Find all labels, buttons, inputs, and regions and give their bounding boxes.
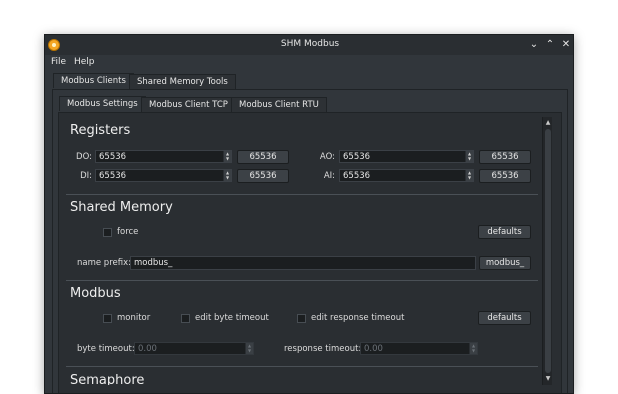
title-bar[interactable]: SHM Modbus ⌄ ⌃ ✕ [45, 35, 573, 55]
byte-timeout-spin-arrows-icon[interactable]: ▲ ▼ [245, 343, 253, 354]
scrollbar-thumb[interactable] [545, 129, 551, 373]
tab-modbus-client-tcp[interactable]: Modbus Client TCP [141, 97, 236, 112]
edit-byte-timeout-label: edit byte timeout [195, 313, 269, 323]
ai-label: AI: [323, 171, 335, 181]
response-timeout-spinbox[interactable]: 0.00 ▲ ▼ [360, 342, 478, 355]
tab-shared-memory-tools[interactable]: Shared Memory Tools [129, 74, 236, 89]
scroll-up-arrow-icon[interactable]: ▲ [544, 118, 552, 128]
edit-response-timeout-checkbox[interactable] [297, 314, 306, 323]
di-max-button[interactable]: 65536 [237, 169, 289, 183]
force-label: force [117, 227, 139, 237]
do-spinbox[interactable]: 65536 ▲ ▼ [95, 150, 232, 163]
do-value: 65536 [99, 152, 127, 162]
byte-timeout-value: 0.00 [138, 344, 157, 354]
menu-help[interactable]: Help [74, 57, 95, 67]
main-window: SHM Modbus ⌄ ⌃ ✕ File Help Modbus Client… [44, 34, 574, 394]
name-prefix-default-button[interactable]: modbus_ [479, 256, 531, 270]
byte-timeout-spinbox[interactable]: 0.00 ▲ ▼ [134, 342, 254, 355]
di-spinbox[interactable]: 65536 ▲ ▼ [95, 169, 232, 182]
vertical-scrollbar[interactable]: ▲ ▼ [542, 117, 552, 385]
semaphore-heading: Semaphore [70, 373, 145, 385]
modbus-separator [66, 366, 538, 367]
di-spin-arrows-icon[interactable]: ▲ ▼ [223, 170, 231, 181]
modbus-heading: Modbus [70, 286, 121, 301]
ao-spinbox[interactable]: 65536 ▲ ▼ [339, 150, 474, 163]
edit-byte-timeout-checkbox[interactable] [181, 314, 190, 323]
di-label: DI: [80, 171, 92, 181]
force-checkbox[interactable] [103, 228, 112, 237]
settings-scroll-area[interactable]: Registers DO: 65536 ▲ ▼ 65536 AO: 65536 ▲… [62, 117, 552, 385]
close-button[interactable]: ✕ [560, 38, 572, 52]
tab-modbus-settings[interactable]: Modbus Settings [59, 96, 146, 111]
ao-spin-arrows-icon[interactable]: ▲ ▼ [465, 151, 473, 162]
do-label: DO: [76, 152, 92, 162]
di-value: 65536 [99, 171, 127, 181]
ao-max-button[interactable]: 65536 [479, 150, 531, 164]
name-prefix-value: modbus_ [134, 258, 173, 268]
minimize-button[interactable]: ⌄ [528, 38, 540, 52]
shared-memory-defaults-button[interactable]: defaults [478, 225, 531, 239]
shared-memory-separator [66, 280, 538, 281]
response-timeout-label: response timeout: [284, 344, 362, 354]
monitor-checkbox[interactable] [103, 314, 112, 323]
ai-spinbox[interactable]: 65536 ▲ ▼ [339, 169, 474, 182]
window-title: SHM Modbus [280, 39, 340, 49]
ao-value: 65536 [343, 152, 371, 162]
scroll-down-arrow-icon[interactable]: ▼ [544, 374, 552, 384]
monitor-label: monitor [117, 313, 151, 323]
response-timeout-value: 0.00 [364, 344, 383, 354]
maximize-button[interactable]: ⌃ [544, 38, 556, 52]
modbus-defaults-button[interactable]: defaults [478, 311, 531, 325]
ai-max-button[interactable]: 65536 [479, 169, 531, 183]
menu-bar: File Help [45, 55, 573, 71]
name-prefix-field[interactable]: modbus_ [130, 256, 476, 270]
do-max-button[interactable]: 65536 [237, 150, 289, 164]
do-spin-arrows-icon[interactable]: ▲ ▼ [223, 151, 231, 162]
byte-timeout-label: byte timeout: [77, 344, 135, 354]
tab-modbus-client-rtu[interactable]: Modbus Client RTU [231, 97, 327, 112]
shared-memory-heading: Shared Memory [70, 200, 173, 215]
ao-label: AO: [319, 152, 335, 162]
name-prefix-label: name prefix: [77, 258, 131, 268]
edit-response-timeout-label: edit response timeout [311, 313, 405, 323]
tab-modbus-clients[interactable]: Modbus Clients [53, 73, 134, 88]
registers-separator [66, 194, 538, 195]
menu-file[interactable]: File [51, 57, 66, 67]
ai-spin-arrows-icon[interactable]: ▲ ▼ [465, 170, 473, 181]
response-timeout-spin-arrows-icon[interactable]: ▲ ▼ [469, 343, 477, 354]
registers-heading: Registers [70, 123, 131, 138]
ai-value: 65536 [343, 171, 371, 181]
